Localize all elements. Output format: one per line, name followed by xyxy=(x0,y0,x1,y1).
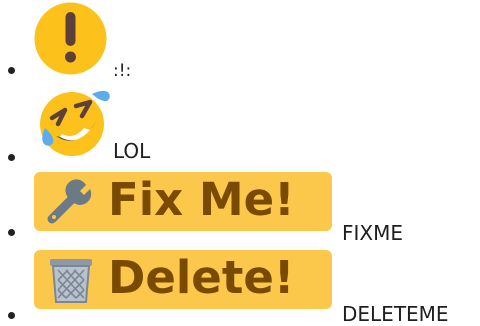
exclamation-emoji-icon xyxy=(34,2,107,75)
bullet xyxy=(8,312,15,319)
item-label: LOL xyxy=(113,139,151,163)
list-item: Delete! DELETEME xyxy=(0,244,480,324)
bullet xyxy=(8,67,15,74)
rolling-on-floor-laughing-emoji-icon xyxy=(40,90,110,156)
badge-text: Delete! xyxy=(108,251,295,304)
badge-text: Fix Me! xyxy=(108,173,295,226)
bullet xyxy=(8,229,15,236)
fix-me-badge: Fix Me! xyxy=(34,172,332,231)
bullet xyxy=(8,154,15,161)
delete-badge: Delete! xyxy=(34,250,332,309)
list-item: :!: xyxy=(0,0,480,92)
item-label: :!: xyxy=(113,61,132,81)
wastebasket-icon xyxy=(50,259,92,303)
item-label: DELETEME xyxy=(342,302,449,326)
list-item: LOL xyxy=(0,90,480,166)
smiley-list: :!: LOL Fix Me! FIXME Delete! DELETEME xyxy=(0,0,480,324)
item-label: FIXME xyxy=(342,221,403,245)
list-item: Fix Me! FIXME xyxy=(0,166,480,244)
wrench-icon xyxy=(47,179,92,224)
